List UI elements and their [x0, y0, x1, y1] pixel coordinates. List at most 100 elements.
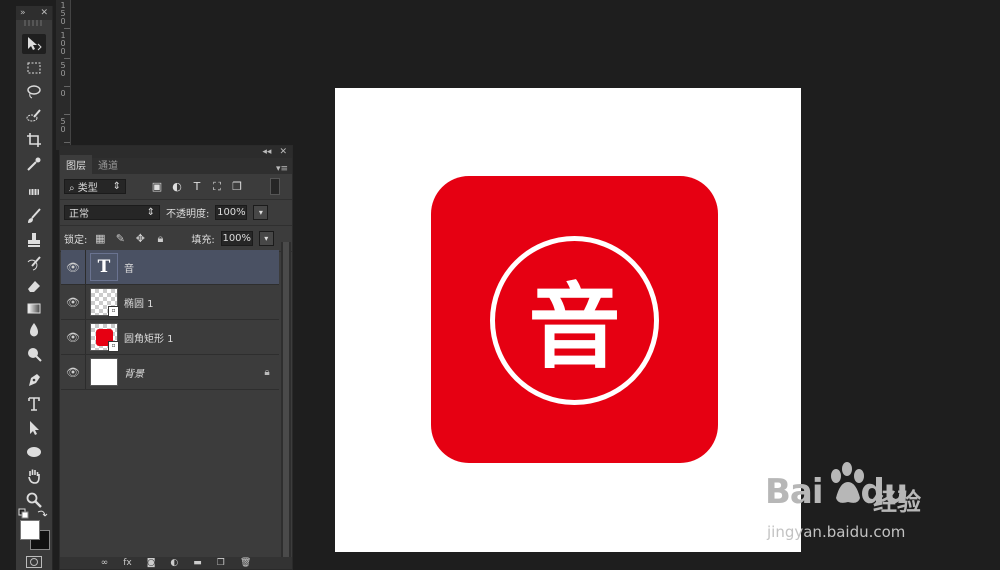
filter-row: ⌕ 类型 ⇕ ▣ ◐ T ⛶ ❐: [60, 174, 292, 200]
gradient-tool-icon[interactable]: [22, 298, 46, 318]
fill-field[interactable]: 100%: [220, 231, 253, 246]
icon-glyph-text: 音: [528, 273, 621, 381]
opacity-dropdown-icon[interactable]: ▾: [253, 205, 269, 220]
smart-object-filter-icon[interactable]: ❐: [230, 180, 244, 193]
close-panel-icon[interactable]: ✕: [279, 147, 287, 157]
ellipse-tool-icon[interactable]: [22, 442, 46, 462]
lasso-tool-icon[interactable]: [22, 82, 46, 102]
quick-mask-icon[interactable]: [26, 556, 42, 568]
opacity-field[interactable]: 100%: [215, 205, 248, 220]
filter-type-label: 类型: [77, 183, 98, 194]
quick-select-tool-icon[interactable]: [22, 106, 46, 126]
text-layer-thumbnail: T: [90, 253, 118, 281]
ruler-tick: [64, 58, 70, 59]
ruler-tick: [64, 28, 70, 29]
collapse-icon[interactable]: »: [20, 6, 26, 20]
layer-name[interactable]: 椭圆 1: [124, 295, 279, 310]
fx-icon[interactable]: fx: [123, 558, 132, 568]
opacity-label: 不透明度:: [166, 209, 210, 220]
trash-icon[interactable]: 🗑︎: [240, 558, 251, 568]
tab-layers[interactable]: 图层: [60, 155, 92, 174]
jingyan-text: 经验: [873, 488, 921, 516]
blend-mode-label: 正常: [69, 209, 89, 220]
filter-toggle-icon[interactable]: [270, 178, 280, 195]
tab-channels[interactable]: 通道: [92, 155, 124, 174]
ruler-label: 0: [60, 69, 66, 78]
eye-icon[interactable]: 👁︎: [61, 296, 85, 309]
ruler-tick: [64, 114, 70, 115]
rounded-rect-icon-shape: 音: [431, 176, 718, 463]
type-tool-icon[interactable]: [22, 394, 46, 414]
move-tool-icon[interactable]: [22, 34, 46, 54]
ruler-label: 0: [60, 125, 66, 134]
chevron-updown-icon: ⇕: [112, 181, 121, 192]
add-mask-icon[interactable]: ◙: [147, 558, 156, 568]
collapse-panel-icon[interactable]: ◂◂: [262, 147, 271, 157]
layer-name[interactable]: 音: [124, 260, 279, 275]
dodge-tool-icon[interactable]: [22, 344, 46, 364]
panel-menu-icon[interactable]: ▾≡: [272, 164, 292, 174]
lock-row: 锁定: ▦ ✎ ✥ 🔒︎ 填充: 100% ▾: [60, 226, 292, 252]
new-layer-icon[interactable]: ❐: [217, 558, 225, 568]
layer-row-rounded-rect[interactable]: 👁︎ ▫ 圆角矩形 1: [61, 320, 279, 355]
ruler-tick: [64, 142, 70, 143]
adjustment-layer-icon[interactable]: ◐: [170, 558, 178, 568]
spot-heal-tool-icon[interactable]: [22, 182, 46, 202]
eye-icon[interactable]: 👁︎: [61, 261, 85, 274]
watermark-url: jingyan.baidu.com: [767, 523, 906, 541]
search-icon: ⌕: [69, 183, 75, 194]
grip-handle[interactable]: [24, 20, 44, 26]
hand-tool-icon[interactable]: [22, 466, 46, 486]
eye-icon[interactable]: 👁︎: [61, 331, 85, 344]
lock-icon[interactable]: 🔒︎: [255, 367, 279, 378]
eyedropper-tool-icon[interactable]: [22, 154, 46, 174]
lock-all-icon[interactable]: 🔒︎: [153, 232, 167, 246]
panel-footer: ∞ fx ◙ ◐ ▬ ❐ 🗑︎: [60, 557, 292, 569]
lock-transparent-icon[interactable]: ▦: [93, 232, 107, 245]
blend-mode-select[interactable]: 正常 ⇕: [64, 205, 160, 220]
shape-badge-icon: ▫: [108, 341, 119, 352]
ellipse-layer-thumbnail: ▫: [90, 288, 119, 317]
divider: [85, 285, 86, 319]
layer-row-text[interactable]: 👁︎ T 音: [61, 250, 279, 285]
ruler-label: 0: [60, 17, 66, 26]
divider: [85, 250, 86, 284]
shape-filter-icon[interactable]: ⛶: [210, 180, 224, 194]
swap-colors-icon[interactable]: [36, 508, 48, 520]
fill-dropdown-icon[interactable]: ▾: [258, 231, 274, 246]
history-brush-tool-icon[interactable]: [22, 254, 46, 274]
document-canvas[interactable]: 音: [335, 88, 801, 552]
path-select-tool-icon[interactable]: [22, 418, 46, 438]
group-folder-icon[interactable]: ▬: [193, 558, 202, 568]
pen-tool-icon[interactable]: [22, 370, 46, 390]
brush-tool-icon[interactable]: [22, 206, 46, 226]
blur-tool-icon[interactable]: [22, 320, 46, 340]
chevron-updown-icon: ⇕: [146, 207, 155, 218]
eraser-tool-icon[interactable]: [22, 276, 46, 296]
crop-tool-icon[interactable]: [22, 130, 46, 150]
filter-type-select[interactable]: ⌕ 类型 ⇕: [64, 179, 126, 194]
baidu-watermark: Bai du 经验 jingyan.baidu.com: [765, 462, 985, 552]
foreground-color-swatch[interactable]: [20, 520, 40, 540]
layer-row-background[interactable]: 👁︎ 背景 🔒︎: [61, 355, 279, 390]
layer-name[interactable]: 背景: [124, 365, 255, 380]
vertical-ruler: 1 5 0 1 0 0 5 0 0 5 0: [56, 0, 71, 150]
marquee-tool-icon[interactable]: [22, 58, 46, 78]
lock-position-icon[interactable]: ✥: [133, 232, 147, 245]
close-icon[interactable]: ✕: [40, 6, 48, 20]
lock-pixels-icon[interactable]: ✎: [113, 232, 127, 245]
type-filter-icon[interactable]: T: [190, 180, 204, 193]
fill-label: 填充:: [191, 235, 215, 246]
default-colors-icon[interactable]: [18, 508, 30, 520]
stamp-tool-icon[interactable]: [22, 230, 46, 250]
eye-icon[interactable]: 👁︎: [61, 366, 85, 379]
pixel-filter-icon[interactable]: ▣: [150, 180, 164, 193]
layer-row-ellipse[interactable]: 👁︎ ▫ 椭圆 1: [61, 285, 279, 320]
layer-name[interactable]: 圆角矩形 1: [124, 330, 279, 345]
layers-scrollbar[interactable]: [281, 242, 291, 560]
rect-layer-thumbnail: ▫: [90, 323, 119, 352]
adjustment-filter-icon[interactable]: ◐: [170, 180, 184, 193]
scrollbar-thumb[interactable]: [283, 242, 289, 560]
layers-panel: ◂◂ ✕ 图层 通道 ▾≡ ⌕ 类型 ⇕ ▣ ◐ T ⛶ ❐ 正常 ⇕ 不透明度…: [59, 145, 293, 570]
link-layers-icon[interactable]: ∞: [101, 558, 109, 568]
